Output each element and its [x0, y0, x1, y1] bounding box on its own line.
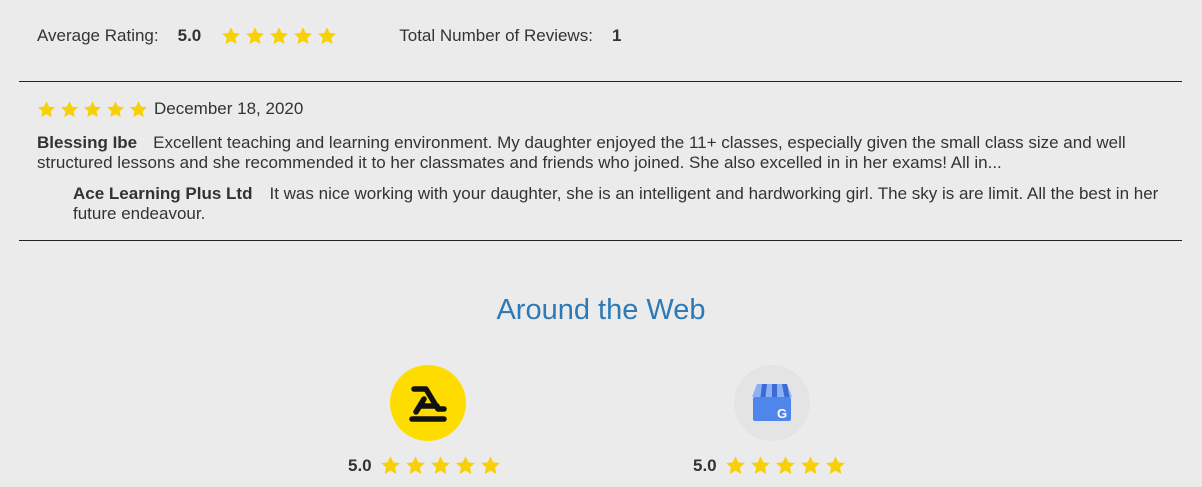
total-reviews-label: Total Number of Reviews: [399, 26, 593, 45]
star-icon [37, 100, 56, 119]
review-text: Excellent teaching and learning environm… [37, 133, 1126, 172]
star-icon [775, 455, 796, 476]
google-rating-stars [725, 455, 846, 476]
star-icon [269, 26, 289, 46]
star-icon [293, 26, 313, 46]
star-icon [800, 455, 821, 476]
review-body: Blessing Ibe Excellent teaching and learn… [37, 133, 1177, 173]
star-icon [405, 455, 426, 476]
average-rating-label: Average Rating: [37, 26, 159, 45]
review-header: December 18, 2020 [37, 99, 303, 119]
reply-author: Ace Learning Plus Ltd [73, 184, 253, 203]
star-icon [129, 100, 148, 119]
average-rating-value: 5.0 [177, 26, 202, 45]
google-my-business-icon[interactable]: G [734, 365, 810, 441]
star-icon [825, 455, 846, 476]
star-icon [480, 455, 501, 476]
star-icon [83, 100, 102, 119]
review-date: December 18, 2020 [154, 99, 304, 118]
star-icon [750, 455, 771, 476]
yell-rating-stars [380, 455, 501, 476]
star-icon [245, 26, 265, 46]
google-rating: 5.0 [693, 455, 846, 476]
owner-reply: Ace Learning Plus Ltd It was nice working… [73, 184, 1173, 224]
star-icon [317, 26, 337, 46]
star-icon [430, 455, 451, 476]
yell-rating-value: 5.0 [348, 455, 372, 475]
yell-rating: 5.0 [348, 455, 501, 476]
review-stars [37, 100, 148, 119]
divider [19, 240, 1182, 241]
review-author: Blessing Ibe [37, 133, 138, 152]
star-icon [725, 455, 746, 476]
star-icon [455, 455, 476, 476]
star-icon [221, 26, 241, 46]
around-the-web-title: Around the Web [496, 294, 706, 326]
rating-summary: Average Rating: 5.0 Total Number of Revi… [37, 25, 641, 47]
google-rating-value: 5.0 [693, 455, 717, 475]
average-rating-stars [221, 26, 337, 46]
total-reviews-value: 1 [611, 26, 622, 45]
divider [19, 81, 1182, 82]
star-icon [106, 100, 125, 119]
yell-icon[interactable] [390, 365, 466, 441]
svg-text:G: G [777, 406, 787, 421]
star-icon [60, 100, 79, 119]
star-icon [380, 455, 401, 476]
